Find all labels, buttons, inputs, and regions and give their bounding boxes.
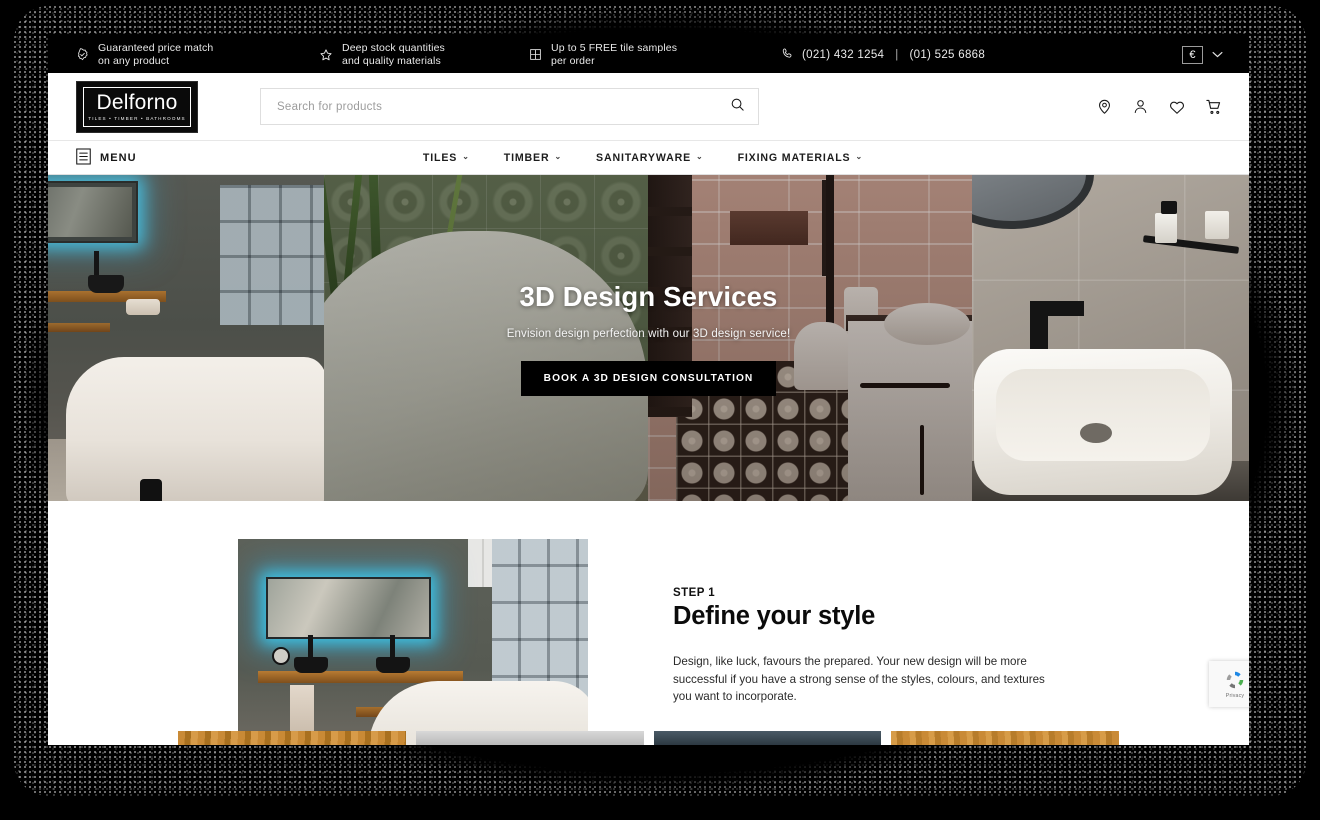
nav-item-label: FIXING MATERIALS (737, 151, 851, 164)
promo-price-match: Guaranteed price match on any product (76, 42, 319, 67)
hero-content: 3D Design Services Envision design perfe… (48, 175, 1249, 501)
hero-subtitle: Envision design perfection with our 3D d… (506, 327, 791, 340)
nav-item-label: SANITARYWARE (596, 151, 691, 164)
step-text-block: STEP 1 Define your style Design, like lu… (673, 539, 1073, 745)
product-carousel-clipped (48, 731, 1249, 745)
logo-wordmark: Delforno (96, 91, 178, 114)
grid-icon (529, 48, 542, 61)
step-section: STEP 1 Define your style Design, like lu… (48, 501, 1249, 745)
wishlist-icon[interactable] (1168, 98, 1186, 116)
step-body-text: Design, like luck, favours the prepared.… (673, 655, 1045, 703)
promo-free-samples-text: Up to 5 FREE tile samples per order (551, 42, 677, 67)
chevron-down-icon: ⌄ (462, 151, 470, 161)
promo-deep-stock: Deep stock quantities and quality materi… (319, 42, 529, 67)
hero-banner: 3D Design Services Envision design perfe… (48, 175, 1249, 501)
nav-links: TILES ⌄ TIMBER ⌄ SANITARYWARE ⌄ FIXING M… (423, 152, 1223, 164)
phone-separator: | (895, 48, 899, 61)
promo-price-match-text: Guaranteed price match on any product (98, 42, 213, 67)
recaptcha-privacy-label[interactable]: Privacy (1226, 693, 1244, 699)
nav-item-label: TILES (422, 151, 458, 164)
site-header: Delforno TILES • TIMBER • BATHROOMS (48, 73, 1249, 141)
recaptcha-badge[interactable]: Privacy (1209, 661, 1249, 707)
main-navigation: MENU TILES ⌄ TIMBER ⌄ SANITARYWARE ⌄ FIX… (48, 141, 1249, 175)
book-consultation-button[interactable]: BOOK A 3D DESIGN CONSULTATION (520, 360, 777, 396)
product-card[interactable] (891, 731, 1119, 745)
product-card[interactable] (653, 731, 882, 745)
product-card[interactable] (415, 731, 644, 745)
search-icon[interactable] (730, 97, 745, 117)
promo-line-1: Up to 5 FREE tile samples (551, 41, 678, 54)
store-locator-icon[interactable] (1096, 98, 1113, 115)
currency-symbol[interactable]: € (1182, 45, 1203, 64)
list-menu-icon[interactable] (76, 147, 91, 168)
chevron-down-icon: ⌄ (855, 151, 863, 161)
search-input[interactable] (277, 100, 730, 113)
nav-item-fixing-materials[interactable]: FIXING MATERIALS ⌄ (738, 152, 863, 164)
header-icon-group (1096, 98, 1223, 116)
phone-numbers[interactable]: (021) 432 1254 | (01) 525 6868 (781, 47, 985, 63)
nav-item-label: TIMBER (503, 151, 550, 164)
product-card[interactable] (178, 731, 406, 745)
phone-number-secondary[interactable]: (01) 525 6868 (910, 49, 986, 61)
step-heading: Define your style (673, 602, 876, 630)
chevron-down-icon[interactable] (1212, 49, 1223, 61)
site-logo[interactable]: Delforno TILES • TIMBER • BATHROOMS (76, 80, 198, 133)
promo-line-2: on any product (98, 54, 170, 67)
nav-item-sanitaryware[interactable]: SANITARYWARE ⌄ (596, 152, 704, 164)
top-utility-bar: Guaranteed price match on any product De… (48, 36, 1249, 73)
recaptcha-icon (1226, 671, 1244, 689)
hero-title: 3D Design Services (519, 280, 778, 312)
nav-item-tiles[interactable]: TILES ⌄ (423, 152, 470, 164)
screenshot-frame: Guaranteed price match on any product De… (0, 0, 1320, 820)
promo-line-1: Guaranteed price match (98, 41, 214, 54)
promo-free-samples: Up to 5 FREE tile samples per order (529, 42, 734, 67)
promo-deep-stock-text: Deep stock quantities and quality materi… (342, 42, 445, 67)
step-label: STEP 1 (673, 587, 716, 599)
star-icon (319, 48, 333, 62)
menu-button[interactable]: MENU (76, 147, 137, 168)
logo-tagline: TILES • TIMBER • BATHROOMS (88, 116, 186, 121)
phone-icon (781, 47, 794, 63)
currency-selector[interactable]: € (1182, 45, 1223, 64)
cart-icon[interactable] (1205, 98, 1223, 116)
account-icon[interactable] (1132, 98, 1149, 115)
menu-label: MENU (100, 151, 137, 164)
browser-viewport: Guaranteed price match on any product De… (48, 36, 1249, 745)
check-badge-icon (76, 48, 89, 61)
promo-line-2: and quality materials (342, 54, 441, 67)
chevron-down-icon: ⌄ (696, 151, 704, 161)
step-image (238, 539, 588, 745)
promo-line-1: Deep stock quantities (342, 41, 445, 54)
promo-line-2: per order (551, 54, 595, 67)
chevron-down-icon: ⌄ (554, 151, 563, 161)
phone-number-primary[interactable]: (021) 432 1254 (802, 49, 884, 61)
search-bar[interactable] (260, 88, 759, 125)
nav-item-timber[interactable]: TIMBER ⌄ (504, 152, 562, 164)
